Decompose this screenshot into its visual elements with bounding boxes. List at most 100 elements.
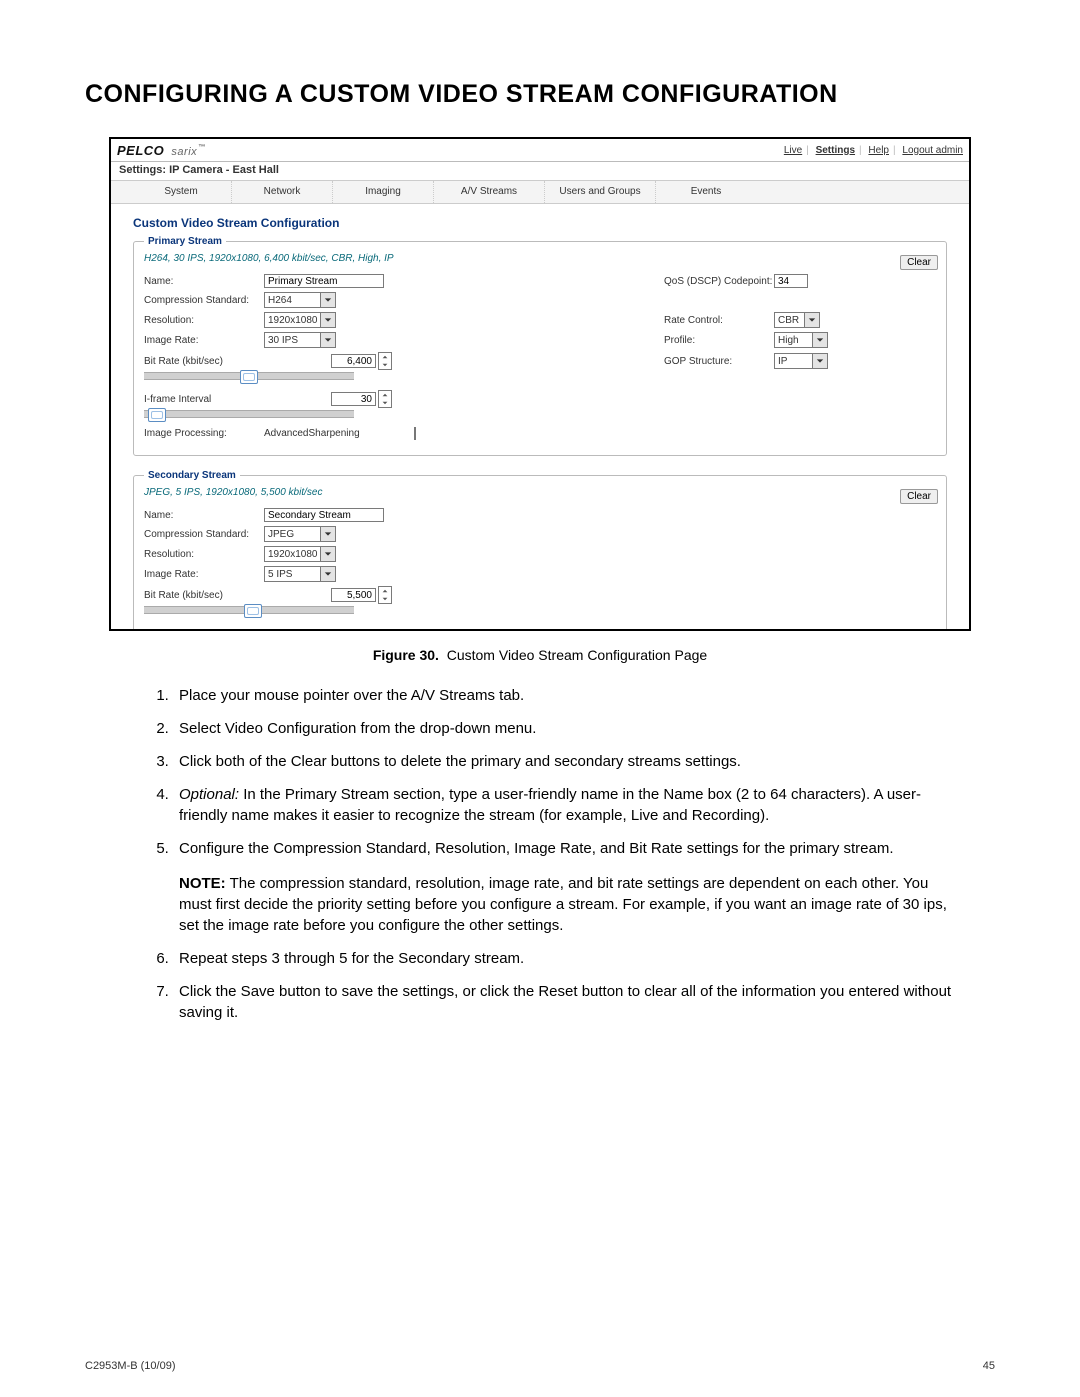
- tab-events[interactable]: Events: [655, 181, 756, 203]
- figure-caption: Figure 30. Custom Video Stream Configura…: [85, 647, 995, 663]
- label-image-rate: Image Rate:: [144, 569, 264, 580]
- slider-thumb[interactable]: [148, 408, 166, 422]
- label-name: Name:: [144, 276, 264, 287]
- stepper-buttons[interactable]: [378, 390, 392, 408]
- label-rate-control: Rate Control:: [664, 315, 774, 326]
- link-logout[interactable]: Logout admin: [902, 145, 963, 156]
- content-area: Custom Video Stream Configuration Primar…: [111, 204, 969, 631]
- settings-heading: Settings: IP Camera - East Hall: [111, 162, 969, 181]
- chevron-down-icon: [320, 313, 335, 327]
- figure-label: Figure 30.: [373, 647, 439, 663]
- primary-gop-select[interactable]: IP: [774, 353, 828, 369]
- label-bit-rate: Bit Rate (kbit/sec): [144, 356, 264, 367]
- primary-iframe-spinner[interactable]: [331, 390, 392, 408]
- figure-caption-text: Custom Video Stream Configuration Page: [447, 647, 707, 663]
- secondary-bit-rate-slider[interactable]: [144, 606, 354, 614]
- primary-iframe-input[interactable]: [331, 392, 376, 406]
- primary-image-rate-value: 30 IPS: [268, 335, 298, 346]
- image-processing-option: AdvancedSharpening: [264, 428, 360, 439]
- top-links: Live| Settings| Help| Logout admin: [784, 145, 963, 156]
- label-gop: GOP Structure:: [664, 356, 774, 367]
- tab-network[interactable]: Network: [231, 181, 332, 203]
- secondary-legend: Secondary Stream: [144, 470, 240, 481]
- label-resolution: Resolution:: [144, 549, 264, 560]
- step-3: Click both of the Clear buttons to delet…: [173, 751, 965, 772]
- chevron-down-icon: [812, 354, 827, 368]
- brand-logo: PELCO sarix™: [117, 143, 206, 158]
- step-4-rest: In the Primary Stream section, type a us…: [179, 786, 921, 824]
- secondary-resolution-select[interactable]: 1920x1080: [264, 546, 336, 562]
- stepper-buttons[interactable]: [378, 352, 392, 370]
- primary-rate-control-select[interactable]: CBR: [774, 312, 820, 328]
- slider-thumb[interactable]: [240, 370, 258, 384]
- brand-sub: sarix: [171, 146, 197, 158]
- step-5-note-rest: The compression standard, resolution, im…: [179, 875, 947, 934]
- chevron-down-icon: [320, 333, 335, 347]
- tab-system[interactable]: System: [131, 181, 231, 203]
- label-name: Name:: [144, 510, 264, 521]
- top-bar: PELCO sarix™ Live| Settings| Help| Logou…: [111, 139, 969, 162]
- step-5-note-prefix: NOTE:: [179, 875, 226, 892]
- primary-qos-input[interactable]: [774, 274, 808, 288]
- label-compression: Compression Standard:: [144, 295, 264, 306]
- secondary-clear-button[interactable]: Clear: [900, 489, 938, 504]
- primary-clear-button[interactable]: Clear: [900, 255, 938, 270]
- link-settings[interactable]: Settings: [816, 145, 855, 156]
- slider-thumb[interactable]: [244, 604, 262, 618]
- primary-stream-fieldset: Primary Stream H264, 30 IPS, 1920x1080, …: [133, 236, 947, 456]
- label-bit-rate: Bit Rate (kbit/sec): [144, 590, 264, 601]
- primary-bit-rate-input[interactable]: [331, 354, 376, 368]
- step-5-text: Configure the Compression Standard, Reso…: [179, 840, 894, 857]
- secondary-name-input[interactable]: [264, 508, 384, 522]
- label-resolution: Resolution:: [144, 315, 264, 326]
- link-help[interactable]: Help: [868, 145, 889, 156]
- secondary-bit-rate-input[interactable]: [331, 588, 376, 602]
- tab-av-streams[interactable]: A/V Streams: [433, 181, 544, 203]
- tab-imaging[interactable]: Imaging: [332, 181, 433, 203]
- tab-users-groups[interactable]: Users and Groups: [544, 181, 655, 203]
- screenshot-frame: PELCO sarix™ Live| Settings| Help| Logou…: [109, 137, 971, 631]
- advanced-sharpening-checkbox[interactable]: [414, 427, 416, 440]
- primary-form: Name: QoS (DSCP) Codepoint: Compression …: [144, 274, 936, 439]
- section-title: Custom Video Stream Configuration: [133, 216, 947, 230]
- link-live[interactable]: Live: [784, 145, 802, 156]
- primary-name-input[interactable]: [264, 274, 384, 288]
- footer-left: C2953M-B (10/09): [85, 1360, 176, 1372]
- secondary-stream-fieldset: Secondary Stream JPEG, 5 IPS, 1920x1080,…: [133, 470, 947, 631]
- primary-profile-value: High: [778, 335, 799, 346]
- chevron-down-icon: [320, 567, 335, 581]
- primary-profile-select[interactable]: High: [774, 332, 828, 348]
- label-profile: Profile:: [664, 335, 774, 346]
- footer-right: 45: [983, 1360, 995, 1372]
- step-5: Configure the Compression Standard, Reso…: [173, 838, 965, 936]
- label-iframe: I-frame Interval: [144, 394, 264, 405]
- primary-iframe-slider[interactable]: [144, 410, 354, 418]
- primary-image-rate-select[interactable]: 30 IPS: [264, 332, 336, 348]
- footer: C2953M-B (10/09) 45: [85, 1360, 995, 1372]
- primary-summary: H264, 30 IPS, 1920x1080, 6,400 kbit/sec,…: [144, 253, 936, 264]
- chevron-down-icon: [320, 547, 335, 561]
- primary-bit-rate-spinner[interactable]: [331, 352, 392, 370]
- secondary-image-rate-select[interactable]: 5 IPS: [264, 566, 336, 582]
- secondary-summary: JPEG, 5 IPS, 1920x1080, 5,500 kbit/sec: [144, 487, 936, 498]
- step-7: Click the Save button to save the settin…: [173, 981, 965, 1023]
- label-image-processing: Image Processing:: [144, 428, 264, 439]
- brand-tm: ™: [198, 144, 206, 151]
- primary-resolution-value: 1920x1080: [268, 315, 318, 326]
- secondary-compression-select[interactable]: JPEG: [264, 526, 336, 542]
- primary-bit-rate-slider[interactable]: [144, 372, 354, 380]
- secondary-compression-value: JPEG: [268, 529, 294, 540]
- brand-text: PELCO: [117, 143, 164, 158]
- label-qos: QoS (DSCP) Codepoint:: [664, 276, 774, 287]
- chevron-down-icon: [804, 313, 819, 327]
- step-6: Repeat steps 3 through 5 for the Seconda…: [173, 948, 965, 969]
- chevron-down-icon: [812, 333, 827, 347]
- stepper-buttons[interactable]: [378, 586, 392, 604]
- secondary-bit-rate-spinner[interactable]: [331, 586, 392, 604]
- step-4-prefix: Optional:: [179, 786, 239, 803]
- step-1: Place your mouse pointer over the A/V St…: [173, 685, 965, 706]
- primary-resolution-select[interactable]: 1920x1080: [264, 312, 336, 328]
- secondary-resolution-value: 1920x1080: [268, 549, 318, 560]
- step-2: Select Video Configuration from the drop…: [173, 718, 965, 739]
- primary-compression-select[interactable]: H264: [264, 292, 336, 308]
